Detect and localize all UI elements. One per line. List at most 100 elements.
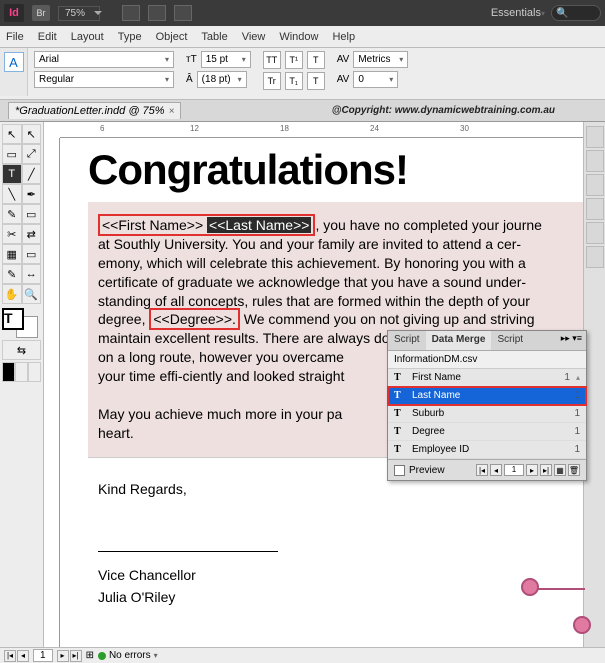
menu-edit[interactable]: Edit bbox=[38, 31, 57, 43]
merge-field-item-selected[interactable]: T Last Name 1 bbox=[388, 387, 586, 405]
strike-button[interactable]: T bbox=[307, 72, 325, 90]
direct-selection-tool[interactable]: ↖ bbox=[22, 124, 42, 144]
eyedropper-tool[interactable]: ↔ bbox=[22, 264, 42, 284]
gradient-feather-tool[interactable]: ▭ bbox=[22, 244, 42, 264]
menu-type[interactable]: Type bbox=[118, 31, 142, 43]
color-panel-icon[interactable] bbox=[586, 222, 604, 244]
kerning-combo[interactable]: Metrics▾ bbox=[353, 51, 408, 68]
bridge-badge[interactable]: Br bbox=[32, 5, 50, 21]
merge-field-item[interactable]: T Suburb 1 bbox=[388, 405, 586, 423]
apply-color[interactable] bbox=[2, 362, 15, 382]
merge-field-item[interactable]: T First Name 1 ▴ bbox=[388, 369, 586, 387]
pencil-tool[interactable]: ✒ bbox=[22, 184, 42, 204]
menu-help[interactable]: Help bbox=[332, 31, 355, 43]
pages-panel-icon[interactable] bbox=[586, 126, 604, 148]
chevron-icon: ▴ bbox=[576, 373, 580, 382]
merge-field-firstname[interactable]: <<First Name>> bbox=[102, 217, 203, 233]
fill-stroke-swatch[interactable]: T bbox=[2, 308, 40, 338]
preview-checkbox[interactable] bbox=[394, 465, 405, 476]
superscript-button[interactable]: T¹ bbox=[285, 51, 303, 69]
rect-frame-tool[interactable]: ✎ bbox=[2, 204, 22, 224]
preflight-status[interactable]: No errors ▾ bbox=[98, 650, 158, 661]
swatches-panel-icon[interactable] bbox=[586, 246, 604, 268]
signature-block[interactable]: Kind Regards, Vice Chancellor Julia O'Ri… bbox=[88, 457, 583, 629]
rect-tool[interactable]: ▭ bbox=[22, 204, 42, 224]
merge-field-degree[interactable]: <<Degree>>. bbox=[149, 308, 240, 330]
fill-swatch[interactable]: T bbox=[2, 308, 24, 330]
next-page-button[interactable]: ▸ bbox=[57, 650, 69, 662]
menu-object[interactable]: Object bbox=[156, 31, 188, 43]
font-family-combo[interactable]: Arial▾ bbox=[34, 51, 174, 68]
apply-none[interactable] bbox=[28, 362, 41, 382]
last-record-button[interactable]: ▸| bbox=[540, 464, 552, 476]
prev-page-button[interactable]: ◂ bbox=[17, 650, 29, 662]
links-panel-icon[interactable] bbox=[586, 174, 604, 196]
signer-name: Julia O'Riley bbox=[98, 586, 583, 608]
prev-record-button[interactable]: ◂ bbox=[490, 464, 502, 476]
open-nav-icon[interactable]: ⊞ bbox=[86, 650, 94, 661]
panel-tab-script2[interactable]: Script bbox=[491, 331, 529, 350]
screen-mode-icon[interactable] bbox=[148, 5, 166, 21]
vertical-ruler[interactable] bbox=[44, 138, 60, 647]
subscript-button[interactable]: T₁ bbox=[285, 72, 303, 90]
panel-expand-icon[interactable]: ▸▸ ▾≡ bbox=[557, 331, 586, 350]
menu-window[interactable]: Window bbox=[279, 31, 318, 43]
font-size-combo[interactable]: 15 pt▾ bbox=[201, 51, 251, 68]
selection-tool[interactable]: ↖ bbox=[2, 124, 22, 144]
menu-file[interactable]: File bbox=[6, 31, 24, 43]
merge-field-item[interactable]: T Degree 1 bbox=[388, 423, 586, 441]
apply-gradient[interactable] bbox=[15, 362, 28, 382]
delete-button[interactable]: 🗑 bbox=[568, 464, 580, 476]
menu-layout[interactable]: Layout bbox=[71, 31, 104, 43]
menu-view[interactable]: View bbox=[242, 31, 266, 43]
first-record-button[interactable]: |◂ bbox=[476, 464, 488, 476]
body-text: , you have no completed your journe bbox=[315, 217, 541, 233]
pen-tool[interactable]: ╲ bbox=[2, 184, 22, 204]
panel-tab-script1[interactable]: Script bbox=[388, 331, 426, 350]
free-transform-tool[interactable]: ⇄ bbox=[22, 224, 42, 244]
menu-table[interactable]: Table bbox=[201, 31, 227, 43]
headline-text[interactable]: Congratulations! bbox=[88, 146, 583, 202]
gap-tool[interactable]: ⤢ bbox=[22, 144, 42, 164]
allcaps-button[interactable]: TT bbox=[263, 51, 281, 69]
char-format-indicator[interactable]: A bbox=[0, 48, 28, 96]
font-style-combo[interactable]: Regular▾ bbox=[34, 71, 174, 88]
merge-field-item[interactable]: T Employee ID 1 bbox=[388, 441, 586, 459]
smallcaps-button[interactable]: Tr bbox=[263, 72, 281, 90]
type-tool[interactable]: T bbox=[2, 164, 22, 184]
horizontal-ruler[interactable]: 6 12 18 24 30 bbox=[60, 122, 583, 138]
panel-tabs: Script Data Merge Script ▸▸ ▾≡ bbox=[388, 331, 586, 351]
last-page-button[interactable]: ▸| bbox=[70, 650, 82, 662]
next-record-button[interactable]: ▸ bbox=[526, 464, 538, 476]
hand-tool[interactable]: ✋ bbox=[2, 284, 22, 304]
leading-icon: Â bbox=[186, 74, 193, 85]
leading-combo[interactable]: (18 pt)▾ bbox=[197, 71, 247, 88]
swap-fill-stroke[interactable]: ⇆ bbox=[2, 340, 41, 360]
underline-button[interactable]: T bbox=[307, 51, 325, 69]
close-tab-icon[interactable]: × bbox=[169, 106, 175, 117]
note-tool[interactable]: ✎ bbox=[2, 264, 22, 284]
ruler-tick: 12 bbox=[190, 124, 199, 133]
merge-field-lastname[interactable]: <<Last Name>> bbox=[207, 217, 311, 233]
page-tool[interactable]: ▭ bbox=[2, 144, 22, 164]
gradient-swatch-tool[interactable]: ▦ bbox=[2, 244, 22, 264]
arrange-docs-icon[interactable] bbox=[174, 5, 192, 21]
signer-title: Vice Chancellor bbox=[98, 564, 583, 586]
panel-tab-datamerge[interactable]: Data Merge bbox=[426, 331, 492, 350]
create-merged-button[interactable]: ▦ bbox=[554, 464, 566, 476]
layers-panel-icon[interactable] bbox=[586, 150, 604, 172]
page-number-field[interactable]: 1 bbox=[33, 649, 53, 662]
tracking-combo[interactable]: 0▾ bbox=[353, 71, 398, 88]
view-options-icon[interactable] bbox=[122, 5, 140, 21]
record-number-field[interactable]: 1 bbox=[504, 464, 524, 476]
stroke-panel-icon[interactable] bbox=[586, 198, 604, 220]
zoom-tool[interactable]: 🔍 bbox=[22, 284, 42, 304]
workspace-switcher[interactable]: Essentials ▾ bbox=[491, 7, 545, 19]
line-tool[interactable]: ╱ bbox=[22, 164, 42, 184]
document-tab[interactable]: *GraduationLetter.indd @ 75% × bbox=[8, 102, 181, 119]
body-text: on a long route, however you overcame bbox=[98, 349, 344, 365]
scissors-tool[interactable]: ✂ bbox=[2, 224, 22, 244]
help-search[interactable]: 🔍 bbox=[551, 5, 601, 21]
data-merge-panel[interactable]: Script Data Merge Script ▸▸ ▾≡ Informati… bbox=[387, 330, 587, 481]
first-page-button[interactable]: |◂ bbox=[4, 650, 16, 662]
